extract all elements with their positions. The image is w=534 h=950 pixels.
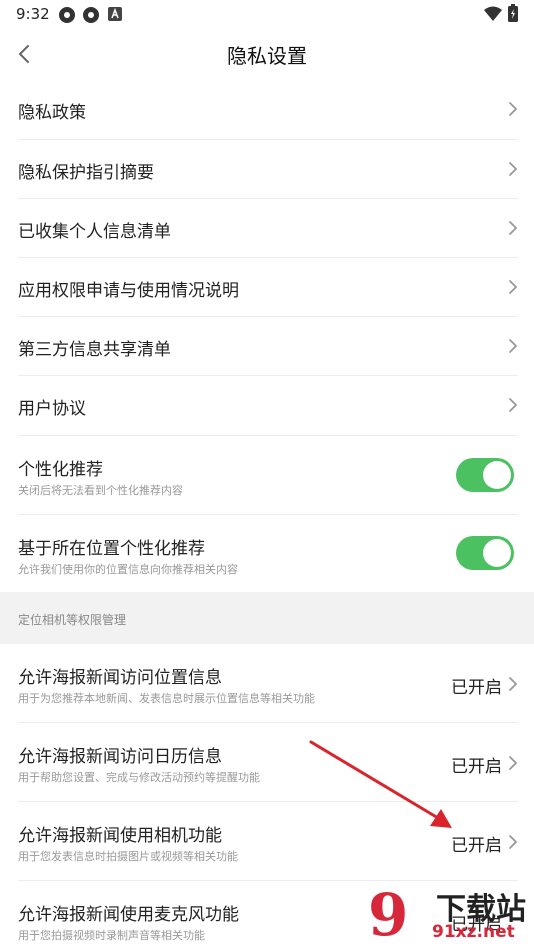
row-label: 应用权限申请与使用情况说明 bbox=[18, 281, 239, 301]
chevron-right-icon bbox=[509, 162, 518, 176]
watermark-mark: 9 bbox=[368, 881, 409, 949]
row-label: 已收集个人信息清单 bbox=[18, 222, 171, 242]
row-privacy-policy[interactable]: 隐私政策 bbox=[0, 80, 534, 139]
row-sublabel: 用于帮助您设置、完成与修改活动预约等提醒功能 bbox=[18, 771, 260, 784]
chevron-right-icon bbox=[509, 677, 518, 691]
row-label: 个性化推荐 bbox=[18, 460, 103, 480]
personalized-recommendation-toggle[interactable] bbox=[456, 458, 514, 492]
row-label: 隐私政策 bbox=[18, 103, 86, 123]
row-label: 允许海报新闻访问日历信息 bbox=[18, 747, 222, 767]
watermark-logo: 9 下载站 91xz.net bbox=[360, 880, 534, 950]
row-sublabel: 关闭后将无法看到个性化推荐内容 bbox=[18, 484, 183, 497]
a-notification-icon bbox=[108, 7, 122, 21]
toggle-knob bbox=[483, 539, 511, 567]
chevron-right-icon bbox=[509, 221, 518, 235]
page-title: 隐私设置 bbox=[227, 44, 307, 68]
row-camera-permission[interactable]: 允许海报新闻使用相机功能 用于您发表信息时拍摄图片或视频等相关功能 已开启 bbox=[0, 802, 534, 880]
app-notification-icon bbox=[59, 7, 75, 23]
location-recommendation-toggle[interactable] bbox=[456, 536, 514, 570]
row-calendar-permission[interactable]: 允许海报新闻访问日历信息 用于帮助您设置、完成与修改活动预约等提醒功能 已开启 bbox=[0, 723, 534, 801]
row-privacy-guide-summary[interactable]: 隐私保护指引摘要 bbox=[0, 140, 534, 198]
row-sublabel: 用于您发表信息时拍摄图片或视频等相关功能 bbox=[18, 850, 238, 863]
row-label: 用户协议 bbox=[18, 399, 86, 419]
row-label: 允许海报新闻使用麦克风功能 bbox=[18, 905, 239, 925]
row-label: 允许海报新闻使用相机功能 bbox=[18, 826, 222, 846]
section-title: 定位相机等权限管理 bbox=[18, 613, 127, 627]
row-sublabel: 允许我们使用你的位置信息向你推荐相关内容 bbox=[18, 563, 238, 576]
wifi-icon bbox=[484, 6, 502, 21]
permission-status: 已开启 bbox=[451, 678, 502, 698]
chevron-right-icon bbox=[509, 102, 518, 116]
top-bar: 隐私设置 bbox=[0, 28, 534, 80]
permission-status: 已开启 bbox=[451, 757, 502, 777]
chevron-right-icon bbox=[509, 398, 518, 412]
chevron-right-icon bbox=[509, 835, 518, 849]
chevron-right-icon bbox=[509, 280, 518, 294]
row-label: 隐私保护指引摘要 bbox=[18, 163, 154, 183]
status-bar: 9:32 bbox=[0, 0, 534, 28]
row-app-permissions-description[interactable]: 应用权限申请与使用情况说明 bbox=[0, 258, 534, 316]
row-label: 允许海报新闻访问位置信息 bbox=[18, 668, 222, 688]
row-collected-info-list[interactable]: 已收集个人信息清单 bbox=[0, 199, 534, 257]
row-location-based-recommendation: 基于所在位置个性化推荐 允许我们使用你的位置信息向你推荐相关内容 bbox=[0, 515, 534, 592]
row-user-agreement[interactable]: 用户协议 bbox=[0, 376, 534, 435]
row-sublabel: 用于您拍摄视频时录制声音等相关功能 bbox=[18, 929, 205, 942]
chevron-right-icon bbox=[509, 339, 518, 353]
battery-icon bbox=[508, 4, 518, 22]
section-header: 定位相机等权限管理 bbox=[0, 592, 534, 644]
chevron-right-icon bbox=[509, 756, 518, 770]
status-time: 9:32 bbox=[16, 5, 50, 23]
watermark-url: 91xz.net bbox=[432, 922, 515, 942]
row-label: 基于所在位置个性化推荐 bbox=[18, 539, 205, 559]
row-sublabel: 用于为您推荐本地新闻、发表信息时展示位置信息等相关功能 bbox=[18, 692, 315, 705]
row-third-party-sharing-list[interactable]: 第三方信息共享清单 bbox=[0, 317, 534, 375]
row-personalized-recommendation: 个性化推荐 关闭后将无法看到个性化推荐内容 bbox=[0, 436, 534, 514]
app-notification-icon-2 bbox=[83, 7, 99, 23]
row-location-permission[interactable]: 允许海报新闻访问位置信息 用于为您推荐本地新闻、发表信息时展示位置信息等相关功能… bbox=[0, 644, 534, 722]
toggle-knob bbox=[483, 461, 511, 489]
row-label: 第三方信息共享清单 bbox=[18, 340, 171, 360]
permission-status: 已开启 bbox=[451, 836, 502, 856]
